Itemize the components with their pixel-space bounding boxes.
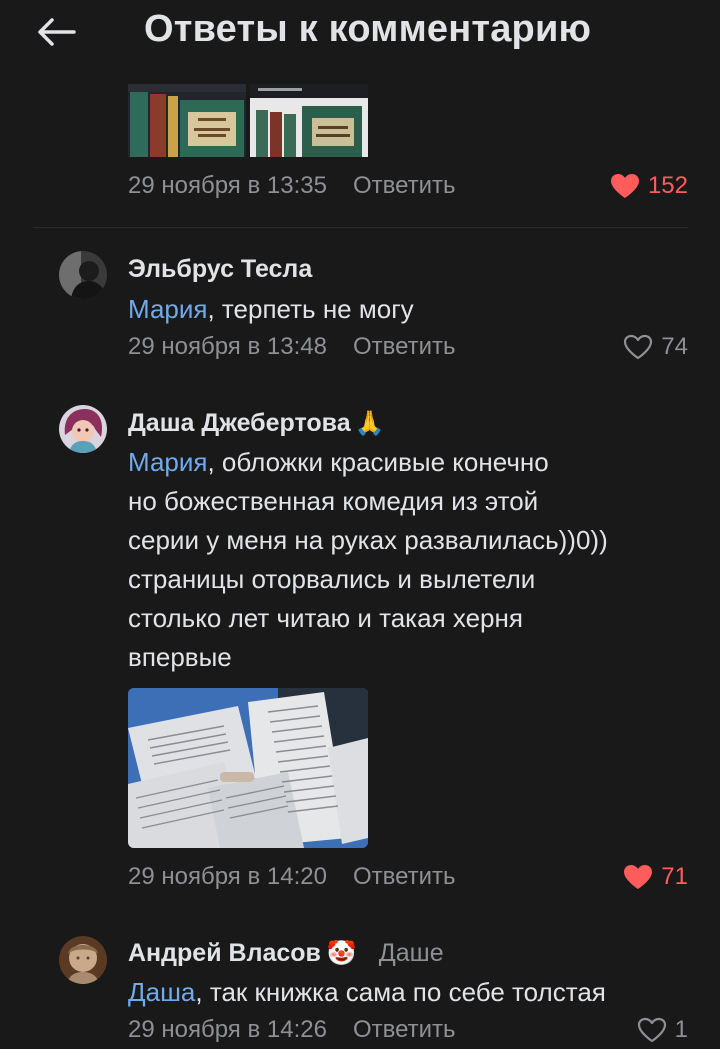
heart-outline-icon: [624, 334, 653, 360]
back-button[interactable]: [34, 12, 78, 52]
like-button[interactable]: 71: [610, 862, 688, 892]
book-photo-2[interactable]: [250, 84, 368, 157]
author-name: Даша Джебертова: [128, 409, 351, 437]
comment-meta: 29 ноября в 14:26 Ответить: [128, 1015, 456, 1045]
comment-author[interactable]: Андрей Власов 🤡 Даше: [128, 939, 444, 968]
comment-photo[interactable]: [128, 688, 368, 848]
book-photo-1[interactable]: [128, 84, 246, 157]
like-count: 152: [647, 172, 688, 199]
author-emoji: 🤡: [326, 940, 357, 967]
comment-author[interactable]: Даша Джебертова 🙏: [128, 409, 385, 438]
heart-outline-icon: [637, 1017, 666, 1043]
comment-body: , обложки красивые конечно но божественн…: [128, 447, 608, 672]
comment-date: 29 ноября в 14:26: [128, 1016, 327, 1043]
comment-date: 29 ноября в 13:35: [128, 172, 327, 199]
comment-meta: 29 ноября в 13:35 Ответить: [128, 171, 456, 201]
heart-filled-icon: [624, 865, 653, 889]
mention-link[interactable]: Мария: [128, 447, 207, 477]
comment-date: 29 ноября в 14:20: [128, 863, 327, 890]
comment-meta: 29 ноября в 13:48 Ответить: [128, 332, 456, 362]
mention-link[interactable]: Мария: [128, 294, 207, 324]
heart-filled-icon: [610, 174, 639, 198]
reply-button[interactable]: Ответить: [353, 172, 456, 200]
like-count: 71: [661, 863, 688, 890]
like-count: 1: [674, 1016, 688, 1043]
like-button[interactable]: 74: [610, 332, 688, 362]
reply-button[interactable]: Ответить: [353, 863, 456, 891]
like-button[interactable]: 152: [596, 171, 688, 201]
comment-author[interactable]: Эльбрус Тесла: [128, 255, 312, 284]
avatar[interactable]: [59, 936, 107, 984]
avatar[interactable]: [59, 251, 107, 299]
comment-text: Мария, обложки красивые конечно но божес…: [128, 443, 698, 677]
author-emoji: 🙏: [354, 410, 385, 437]
mention-link[interactable]: Даша: [128, 977, 195, 1007]
like-button[interactable]: 1: [620, 1015, 688, 1045]
reply-button[interactable]: Ответить: [353, 333, 456, 361]
like-count: 74: [661, 333, 688, 360]
header: Ответы к комментарию: [0, 0, 720, 64]
comment-meta: 29 ноября в 14:20 Ответить: [128, 862, 456, 892]
comment-text: Мария, терпеть не могу: [128, 290, 698, 329]
comment-date: 29 ноября в 13:48: [128, 333, 327, 360]
comment-text: Даша, так книжка сама по себе толстая: [128, 973, 708, 1012]
avatar[interactable]: [59, 405, 107, 453]
comment-body: , терпеть не могу: [207, 294, 414, 324]
reply-button[interactable]: Ответить: [353, 1016, 456, 1044]
comment-body: , так книжка сама по себе толстая: [195, 977, 606, 1007]
page-title: Ответы к комментарию: [144, 8, 592, 50]
comment-attachments: [128, 84, 368, 157]
arrow-left-icon: [38, 18, 76, 46]
reply-to-label[interactable]: Даше: [379, 939, 444, 968]
author-name: Эльбрус Тесла: [128, 255, 313, 283]
divider: [33, 227, 688, 228]
author-name: Андрей Власов: [128, 939, 321, 967]
